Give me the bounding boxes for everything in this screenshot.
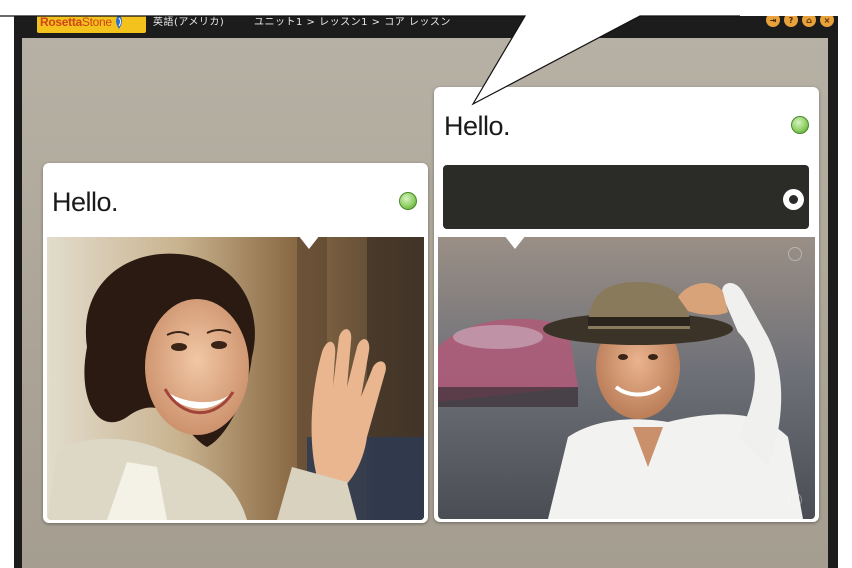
photo-woman-waving [47,237,424,520]
photo-control-bottom-icon[interactable] [788,493,802,507]
photo-control-top-icon[interactable] [788,247,802,261]
prompt-card-man[interactable]: Hello. [434,87,819,522]
settings-icon[interactable]: ? [784,13,798,27]
close-icon[interactable]: × [820,13,834,27]
record-microphone-icon[interactable] [783,189,804,210]
prompt-text: Hello. [52,187,119,217]
toolbar-icons: ⇥ ? ⌂ × [766,13,834,27]
prompt-text: Hello. [444,111,511,141]
play-audio-icon[interactable] [399,192,417,210]
exit-icon[interactable]: ⇥ [766,13,780,27]
home-icon[interactable]: ⌂ [802,13,816,27]
play-audio-icon[interactable] [791,116,809,134]
logo-mark-icon [115,15,122,29]
prompt-card-woman[interactable]: Hello. [43,163,428,523]
speech-notch [298,235,320,249]
speech-notch [504,235,526,249]
rosetta-stone-logo[interactable]: RosettaStone [37,11,146,33]
photo-man-in-hat [438,237,815,519]
logo-text: RosettaStone [40,15,112,29]
breadcrumb: ユニット1 > レッスン1 > コア レッスン [254,17,451,28]
speech-answer-box[interactable] [443,165,809,229]
language-label[interactable]: 英語(アメリカ) [153,13,224,28]
